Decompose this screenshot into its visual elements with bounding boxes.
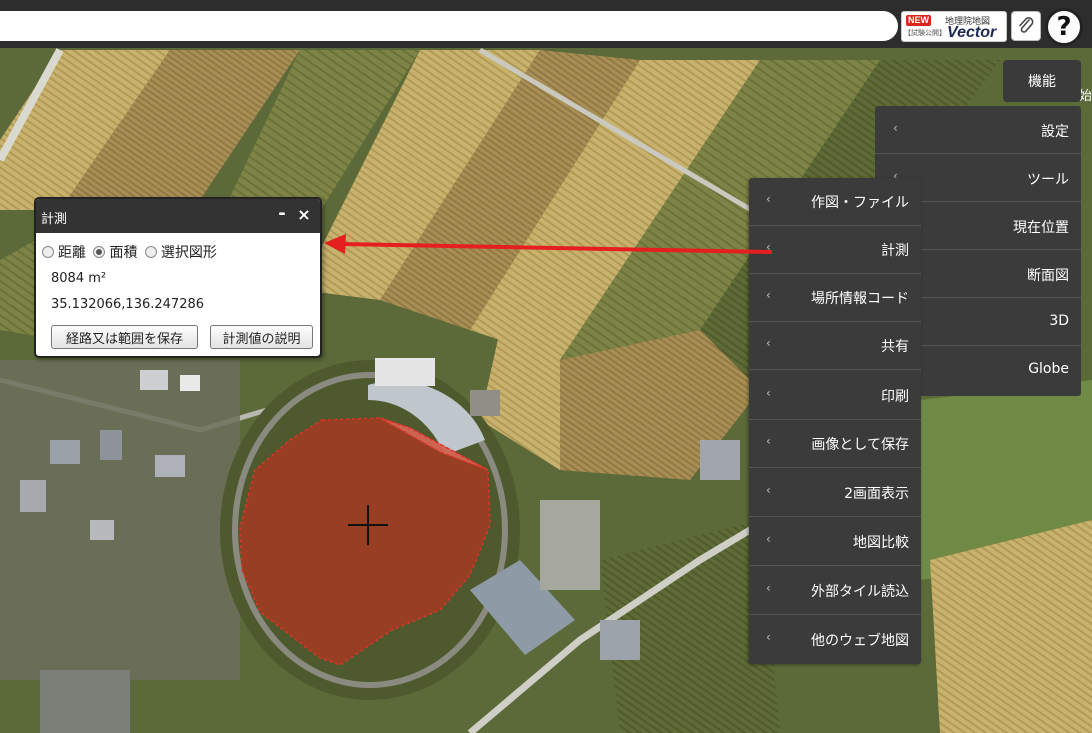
preview-label: 【試験公開】 [904, 30, 946, 37]
vector-label: Vector [947, 24, 997, 41]
chevron-left-icon: ‹ [766, 336, 771, 350]
menu-item-label: 3D [1049, 313, 1069, 329]
chevron-left-icon: ‹ [766, 240, 771, 254]
chevron-left-icon: ‹ [766, 581, 771, 595]
measure-mode-radios: 距離 面積 選択図形 [42, 242, 220, 262]
chevron-left-icon: ‹ [766, 288, 771, 302]
radio-circle-icon [42, 246, 54, 258]
menu-item-settings[interactable]: ‹ 設定 [875, 106, 1081, 154]
chevron-left-icon: ‹ [766, 532, 771, 546]
submenu-item-drawing-file[interactable]: ‹ 作図・ファイル [749, 178, 921, 226]
radio-distance[interactable]: 距離 [42, 242, 86, 262]
submenu-item-label: 地図比較 [853, 535, 909, 551]
submenu-item-label: 2画面表示 [844, 486, 909, 502]
crosshair-icon [348, 505, 388, 545]
submenu-item-share[interactable]: ‹ 共有 [749, 322, 921, 370]
close-button[interactable]: × [294, 205, 314, 224]
chevron-left-icon: ‹ [766, 630, 771, 644]
submenu-item-other-web-maps[interactable]: ‹ 他のウェブ地図 [749, 616, 921, 664]
submenu-item-label: 共有 [881, 339, 909, 355]
submenu-item-split-view[interactable]: ‹ 2画面表示 [749, 469, 921, 517]
radio-circle-icon [144, 246, 157, 258]
save-route-button[interactable]: 経路又は範囲を保存 [51, 325, 198, 349]
measure-panel: 計測 - × 距離 面積 選択図形 8084 m² 35.132066,136.… [34, 197, 322, 358]
chevron-left-icon: ‹ [766, 434, 771, 448]
radio-circle-selected-icon [93, 246, 106, 258]
paperclip-button[interactable] [1011, 11, 1041, 41]
submenu-item-label: 画像として保存 [811, 437, 909, 453]
coordinates-value: 35.132066,136.247286 [51, 297, 205, 312]
submenu-item-label: 場所情報コード [811, 291, 909, 307]
submenu-item-label: 外部タイル読込 [811, 584, 909, 600]
chevron-left-icon: ‹ [766, 483, 771, 497]
submenu-item-label: 他のウェブ地図 [811, 633, 909, 649]
radio-label: 選択図形 [160, 245, 217, 261]
measure-info-button[interactable]: 計測値の説明 [210, 325, 313, 349]
submenu-item-measure[interactable]: ‹ 計測 [749, 226, 921, 274]
menu-item-label: ツール [1027, 172, 1069, 188]
radio-selected-shape[interactable]: 選択図形 [144, 242, 217, 262]
submenu-item-location-code[interactable]: ‹ 場所情報コード [749, 274, 921, 322]
search-input[interactable] [0, 11, 898, 41]
submenu-item-external-tiles[interactable]: ‹ 外部タイル読込 [749, 567, 921, 615]
area-value: 8084 m² [51, 271, 107, 286]
menu-item-label: Globe [1028, 361, 1069, 377]
radio-area[interactable]: 面積 [93, 242, 137, 262]
chevron-left-icon: ‹ [766, 192, 771, 206]
chevron-left-icon: ‹ [893, 121, 898, 135]
minimize-button[interactable]: - [273, 203, 291, 224]
question-mark-icon: ? [1056, 12, 1072, 42]
help-button[interactable]: ? [1045, 8, 1083, 46]
submenu-item-map-compare[interactable]: ‹ 地図比較 [749, 518, 921, 566]
measure-panel-header[interactable]: 計測 - × [36, 199, 320, 233]
tools-submenu: ‹ 作図・ファイル ‹ 計測 ‹ 場所情報コード ‹ 共有 ‹ 印刷 ‹ 画像と… [749, 178, 921, 664]
menu-item-label: 設定 [1041, 124, 1069, 140]
submenu-item-print[interactable]: ‹ 印刷 [749, 372, 921, 420]
radio-label: 面積 [109, 245, 138, 261]
top-bar: NEW 【試験公開】 地理院地図 Vector ? [0, 0, 1092, 48]
measure-panel-title: 計測 [41, 212, 68, 227]
function-menu-label: 機能 [1028, 74, 1056, 90]
chevron-left-icon: ‹ [766, 386, 771, 400]
menu-item-label: 断面図 [1027, 268, 1069, 284]
submenu-item-label: 計測 [881, 243, 909, 259]
new-badge: NEW [906, 15, 931, 26]
menu-item-label: 現在位置 [1013, 220, 1069, 236]
function-menu-button[interactable]: 機能 [1003, 60, 1081, 102]
paperclip-icon [1019, 17, 1034, 33]
submenu-item-label: 作図・ファイル [811, 195, 909, 211]
submenu-item-save-image[interactable]: ‹ 画像として保存 [749, 420, 921, 468]
vector-map-badge[interactable]: NEW 【試験公開】 地理院地図 Vector [901, 11, 1007, 42]
radio-label: 距離 [58, 245, 86, 261]
submenu-item-label: 印刷 [881, 389, 909, 405]
